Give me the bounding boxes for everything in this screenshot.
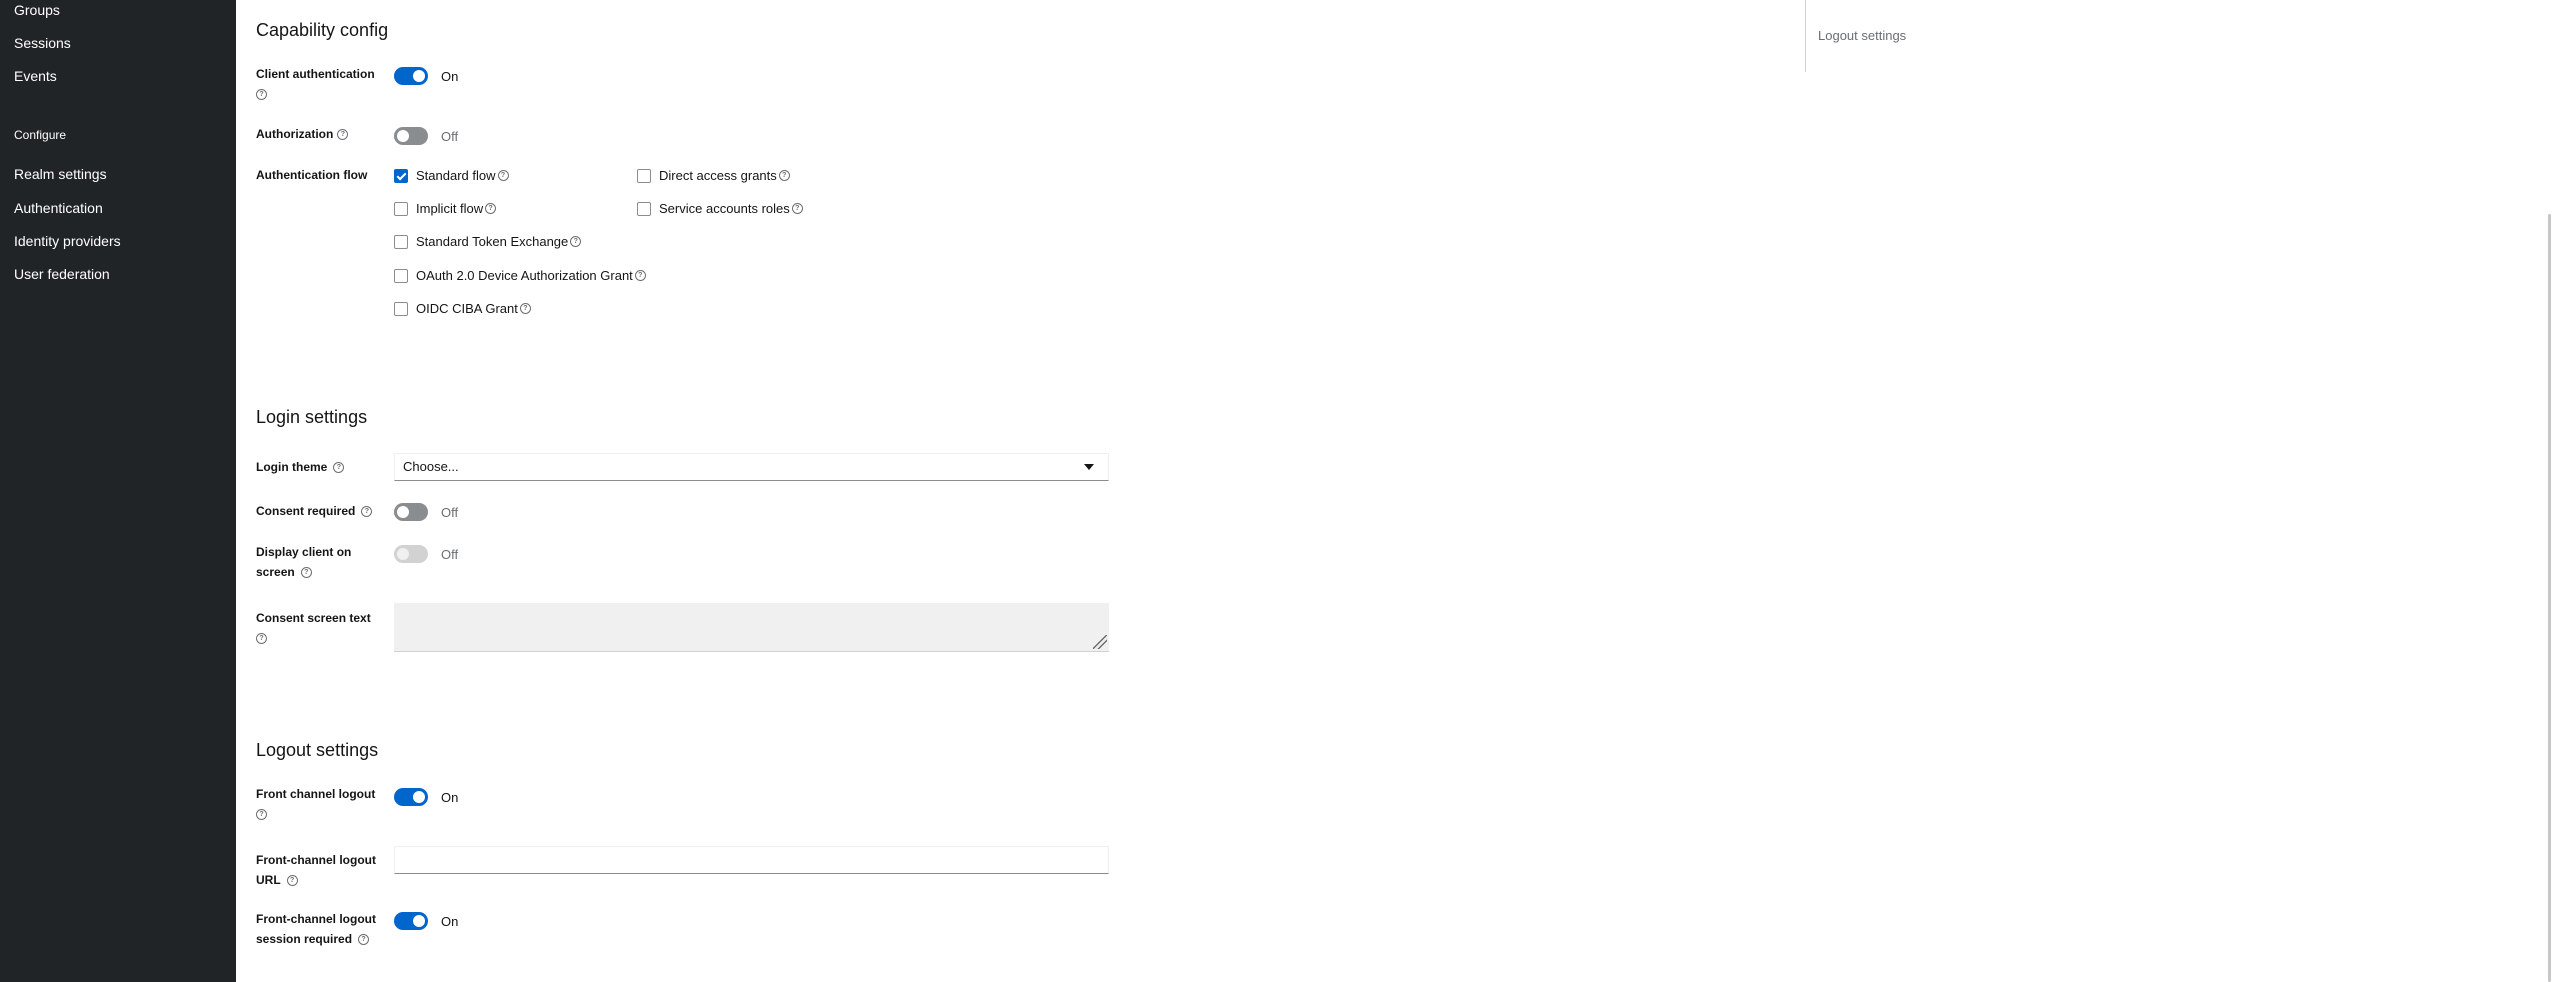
direct-access-grants-checkbox[interactable] bbox=[637, 168, 651, 183]
help-circle-icon[interactable]: ? bbox=[778, 170, 790, 181]
front-channel-url-label: Front-channel logout URL? bbox=[256, 850, 386, 890]
help-circle-icon[interactable]: ? bbox=[286, 875, 298, 887]
switch-knob bbox=[397, 548, 409, 560]
client-authentication-switch[interactable] bbox=[394, 67, 428, 85]
service-accounts-roles-option[interactable]: Service accounts roles? bbox=[637, 201, 803, 216]
front-channel-url-label-line2: URL bbox=[256, 873, 281, 887]
device-authorization-grant-option[interactable]: OAuth 2.0 Device Authorization Grant? bbox=[394, 268, 646, 283]
token-exchange-checkbox[interactable] bbox=[394, 234, 408, 249]
consent-required-label: Consent required? bbox=[256, 501, 373, 521]
sidebar-item-user-federation[interactable]: User federation bbox=[14, 266, 110, 282]
front-channel-url-label-line1: Front-channel logout bbox=[256, 853, 376, 867]
display-client-label-line1: Display client on bbox=[256, 545, 352, 559]
sidebar-item-realm-settings[interactable]: Realm settings bbox=[14, 166, 107, 182]
login-theme-label-text: Login theme bbox=[256, 460, 328, 474]
front-channel-logout-switch[interactable] bbox=[394, 788, 428, 806]
sidebar-item-identity-providers[interactable]: Identity providers bbox=[14, 233, 121, 249]
jump-link-logout-settings[interactable]: Logout settings bbox=[1818, 28, 1906, 43]
authorization-switch[interactable] bbox=[394, 127, 428, 145]
ciba-grant-option[interactable]: OIDC CIBA Grant? bbox=[394, 301, 531, 316]
help-circle-icon[interactable]: ? bbox=[634, 270, 646, 281]
standard-flow-label: Standard flow bbox=[416, 168, 496, 183]
display-client-label: Display client on screen? bbox=[256, 542, 386, 582]
consent-screen-text-label-text: Consent screen text bbox=[256, 611, 371, 625]
logout-settings-title: Logout settings bbox=[256, 740, 379, 760]
help-circle-icon[interactable]: ? bbox=[256, 809, 267, 821]
switch-knob bbox=[397, 506, 409, 518]
front-channel-logout-state: On bbox=[441, 790, 459, 805]
sidebar-item-groups[interactable]: Groups bbox=[14, 2, 60, 18]
consent-required-state: Off bbox=[441, 505, 459, 520]
client-authentication-label: Client authentication ? bbox=[256, 64, 386, 104]
ciba-grant-checkbox[interactable] bbox=[394, 301, 408, 316]
standard-flow-checkbox[interactable] bbox=[394, 168, 408, 183]
display-client-switch[interactable] bbox=[394, 545, 428, 563]
authentication-flow-label: Authentication flow bbox=[256, 168, 368, 182]
sidebar-item-sessions[interactable]: Sessions bbox=[14, 35, 71, 51]
help-circle-icon[interactable]: ? bbox=[791, 203, 803, 214]
switch-knob bbox=[413, 915, 425, 927]
display-client-state: Off bbox=[441, 547, 459, 562]
service-accounts-roles-label: Service accounts roles bbox=[659, 201, 790, 216]
resize-grip-icon[interactable] bbox=[1093, 635, 1107, 649]
service-accounts-roles-checkbox[interactable] bbox=[637, 201, 651, 216]
main-content: Capability config Client authentication … bbox=[236, 0, 2552, 982]
sidebar: Groups Sessions Events Configure Realm s… bbox=[0, 0, 236, 982]
token-exchange-label: Standard Token Exchange bbox=[416, 234, 569, 249]
help-circle-icon[interactable]: ? bbox=[570, 236, 582, 247]
device-authorization-grant-label: OAuth 2.0 Device Authorization Grant bbox=[416, 268, 633, 283]
help-circle-icon[interactable]: ? bbox=[519, 303, 531, 314]
front-channel-session-state: On bbox=[441, 914, 459, 929]
standard-flow-option[interactable]: Standard flow? bbox=[394, 168, 509, 183]
implicit-flow-label: Implicit flow bbox=[416, 201, 484, 216]
help-circle-icon[interactable]: ? bbox=[256, 89, 267, 101]
front-channel-logout-label: Front channel logout ? bbox=[256, 784, 386, 824]
authorization-label: Authorization? bbox=[256, 124, 349, 144]
front-channel-session-switch[interactable] bbox=[394, 912, 428, 930]
direct-access-grants-option[interactable]: Direct access grants? bbox=[637, 168, 790, 183]
caret-down-icon bbox=[1084, 464, 1094, 470]
switch-knob bbox=[413, 70, 425, 82]
authorization-label-text: Authorization bbox=[256, 127, 334, 141]
front-channel-url-input[interactable] bbox=[394, 846, 1109, 874]
login-theme-select[interactable]: Choose... bbox=[394, 453, 1109, 481]
sidebar-item-authentication[interactable]: Authentication bbox=[14, 200, 103, 216]
switch-knob bbox=[413, 791, 425, 803]
consent-screen-textarea[interactable] bbox=[394, 603, 1109, 652]
implicit-flow-option[interactable]: Implicit flow? bbox=[394, 201, 497, 216]
scrollbar-thumb[interactable] bbox=[2548, 214, 2551, 982]
help-circle-icon[interactable]: ? bbox=[300, 567, 312, 579]
capability-config-title: Capability config bbox=[256, 20, 389, 40]
help-circle-icon[interactable]: ? bbox=[485, 203, 497, 214]
front-channel-session-label-line1: Front-channel logout bbox=[256, 912, 376, 926]
client-authentication-label-text: Client authentication bbox=[256, 67, 375, 81]
help-circle-icon[interactable]: ? bbox=[333, 462, 345, 474]
front-channel-logout-label-text: Front channel logout bbox=[256, 787, 376, 801]
client-authentication-state: On bbox=[441, 69, 459, 84]
consent-screen-text-label: Consent screen text ? bbox=[256, 608, 386, 648]
consent-required-label-text: Consent required bbox=[256, 504, 356, 518]
switch-knob bbox=[397, 130, 409, 142]
help-circle-icon[interactable]: ? bbox=[337, 129, 349, 141]
ciba-grant-label: OIDC CIBA Grant bbox=[416, 301, 518, 316]
token-exchange-option[interactable]: Standard Token Exchange? bbox=[394, 234, 582, 249]
login-settings-title: Login settings bbox=[256, 407, 368, 427]
direct-access-grants-label: Direct access grants bbox=[659, 168, 777, 183]
display-client-label-line2: screen bbox=[256, 565, 295, 579]
sidebar-item-events[interactable]: Events bbox=[14, 68, 57, 84]
help-circle-icon[interactable]: ? bbox=[497, 170, 509, 181]
help-circle-icon[interactable]: ? bbox=[361, 506, 373, 518]
front-channel-session-label: Front-channel logout session required? bbox=[256, 909, 386, 949]
jump-links-divider bbox=[1805, 0, 1806, 72]
consent-required-switch[interactable] bbox=[394, 503, 428, 521]
implicit-flow-checkbox[interactable] bbox=[394, 201, 408, 216]
login-theme-label: Login theme? bbox=[256, 457, 345, 477]
login-theme-value: Choose... bbox=[403, 459, 459, 474]
help-circle-icon[interactable]: ? bbox=[256, 633, 267, 645]
authorization-state: Off bbox=[441, 129, 459, 144]
device-authorization-grant-checkbox[interactable] bbox=[394, 268, 408, 283]
help-circle-icon[interactable]: ? bbox=[358, 934, 370, 946]
front-channel-session-label-line2: session required bbox=[256, 932, 353, 946]
sidebar-section-configure: Configure bbox=[14, 128, 67, 142]
